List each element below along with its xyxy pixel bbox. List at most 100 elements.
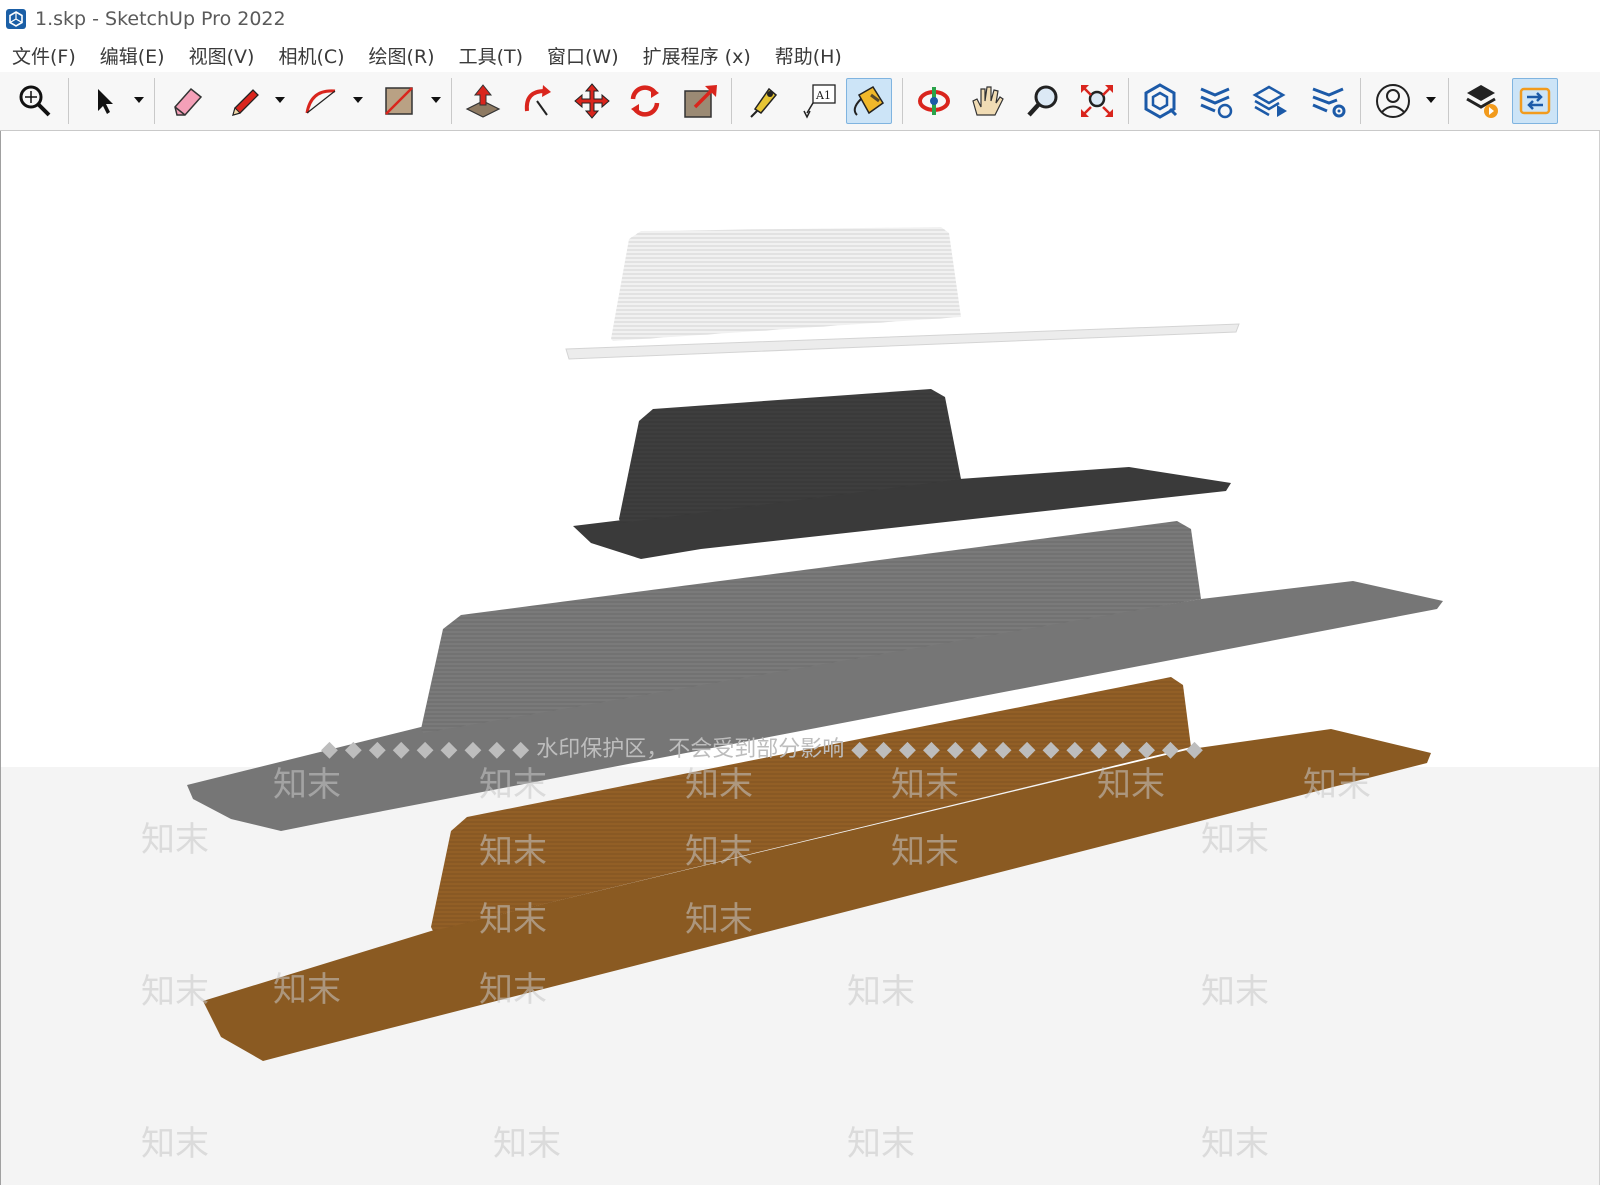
watermark-text: 知末 (479, 900, 547, 940)
model-canvas[interactable]: ◆ ◆ ◆ ◆ ◆ ◆ ◆ ◆ ◆ 水印保护区，不会受到部分影响 ◆ ◆ ◆ ◆… (1, 131, 1599, 1185)
push-pull-button[interactable] (460, 78, 506, 124)
zoom-extents-arrows-icon (1081, 85, 1113, 117)
menu-help[interactable]: 帮助(H) (775, 42, 842, 69)
3d-warehouse-button[interactable] (1137, 78, 1183, 124)
watermark-text: 知末 (891, 765, 959, 805)
menu-extensions[interactable]: 扩展程序 (x) (643, 42, 751, 69)
chevron-down-icon[interactable] (1425, 94, 1437, 106)
select-arrow-icon (98, 89, 113, 114)
line-button[interactable] (222, 78, 268, 124)
toolbar-separator (154, 78, 155, 124)
model-viewport[interactable]: ◆ ◆ ◆ ◆ ◆ ◆ ◆ ◆ ◆ 水印保护区，不会受到部分影响 ◆ ◆ ◆ ◆… (0, 131, 1600, 1185)
menu-file[interactable]: 文件(F) (12, 42, 76, 69)
toolbar-separator (1448, 78, 1449, 124)
watermark-text: 知末 (685, 765, 753, 805)
zoom-button[interactable] (1020, 78, 1066, 124)
text-label-icon: A1 (803, 84, 836, 119)
follow-me-icon (524, 85, 551, 116)
menu-window[interactable]: 窗口(W) (547, 42, 619, 69)
watermark-text: 知末 (1097, 765, 1165, 805)
menu-draw[interactable]: 绘图(R) (369, 42, 435, 69)
watermark-text: 知末 (847, 1124, 915, 1164)
toolbar-separator (451, 78, 452, 124)
zoom-extents-icon (19, 85, 51, 117)
trimble-connect-button[interactable] (1458, 78, 1504, 124)
move-button[interactable] (569, 78, 615, 124)
scale-button[interactable] (678, 78, 724, 124)
watermark-text: 知末 (891, 832, 959, 872)
title-bar: 1.skp - SketchUp Pro 2022 (0, 0, 1600, 38)
3d-warehouse-icon (1144, 83, 1178, 119)
watermark-text: 知末 (273, 765, 341, 805)
arc-icon (305, 89, 336, 114)
window-title: 1.skp - SketchUp Pro 2022 (35, 8, 286, 30)
select-button[interactable] (80, 78, 126, 124)
chevron-down-icon[interactable] (352, 94, 364, 106)
watermark-text: 知末 (493, 1124, 561, 1164)
text-tool-label: A1 (815, 89, 831, 102)
text-button[interactable]: A1 (796, 78, 842, 124)
account-profile-icon (1376, 84, 1410, 118)
watermark-notice: ◆ ◆ ◆ ◆ ◆ ◆ ◆ ◆ ◆ 水印保护区，不会受到部分影响 ◆ ◆ ◆ ◆… (321, 737, 1203, 762)
extension-warehouse-icon (1200, 87, 1233, 119)
rectangle-icon (385, 87, 413, 115)
trimble-connect-icon (1466, 85, 1498, 118)
rotate-button[interactable] (622, 78, 668, 124)
eraser-button[interactable] (164, 78, 210, 124)
watermark-text: 知末 (141, 820, 209, 860)
extension-manager-icon (1312, 87, 1346, 118)
toolbar-separator (731, 78, 732, 124)
move-icon (574, 83, 610, 119)
watermark-text: 知末 (1201, 820, 1269, 860)
scale-icon (684, 85, 717, 118)
eraser-icon (174, 87, 203, 116)
zoom-magnifier-icon (1027, 85, 1058, 117)
tape-measure-button[interactable] (740, 78, 786, 124)
watermark-text: 知末 (479, 765, 547, 805)
sketchup-logo-icon (6, 9, 26, 29)
layout-send-button[interactable] (1248, 78, 1294, 124)
pan-button[interactable] (964, 78, 1010, 124)
orbit-icon (918, 87, 950, 115)
watermark-text: 知末 (479, 970, 547, 1010)
orbit-button[interactable] (911, 78, 957, 124)
watermark-text: 知末 (1201, 972, 1269, 1012)
model-skirting-white[interactable] (565, 227, 1240, 360)
large-toolset-toolbar: A1 (0, 72, 1600, 131)
toolbar-separator (1360, 78, 1361, 124)
watermark-text: 知末 (1303, 765, 1371, 805)
rotate-icon (630, 85, 660, 117)
arc-button[interactable] (298, 78, 344, 124)
watermark-text: 知末 (685, 900, 753, 940)
zoom-extents-arrows-button[interactable] (1074, 78, 1120, 124)
tape-measure-icon (750, 87, 778, 118)
watermark-text: 知末 (273, 970, 341, 1010)
menu-view[interactable]: 视图(V) (189, 42, 255, 69)
chevron-down-icon[interactable] (133, 94, 145, 106)
watermark-text: 知末 (847, 972, 915, 1012)
watermark-text: 知末 (1201, 1124, 1269, 1164)
menu-camera[interactable]: 相机(C) (278, 42, 344, 69)
toolbar-separator (1128, 78, 1129, 124)
paint-bucket-button[interactable] (846, 78, 892, 124)
extension-manager-button[interactable] (1306, 78, 1352, 124)
pan-hand-icon (972, 86, 1004, 116)
watermark-text: 知末 (479, 832, 547, 872)
rectangle-button[interactable] (376, 78, 422, 124)
watermark-text: 知末 (685, 832, 753, 872)
menu-tools[interactable]: 工具(T) (459, 42, 523, 69)
zoom-extents-button[interactable] (12, 78, 58, 124)
account-button[interactable] (1370, 78, 1416, 124)
toolbar-separator (902, 78, 903, 124)
extension-warehouse-button[interactable] (1192, 78, 1238, 124)
follow-me-button[interactable] (514, 78, 560, 124)
watermark-text: 知末 (141, 1124, 209, 1164)
share-model-button[interactable] (1512, 78, 1558, 124)
toolbar-separator (68, 78, 69, 124)
chevron-down-icon[interactable] (274, 94, 286, 106)
chevron-down-icon[interactable] (430, 94, 442, 106)
menu-bar: 文件(F) 编辑(E) 视图(V) 相机(C) 绘图(R) 工具(T) 窗口(W… (0, 38, 1600, 72)
menu-edit[interactable]: 编辑(E) (100, 42, 165, 69)
pencil-line-icon (232, 89, 259, 116)
share-model-icon (1519, 87, 1551, 115)
